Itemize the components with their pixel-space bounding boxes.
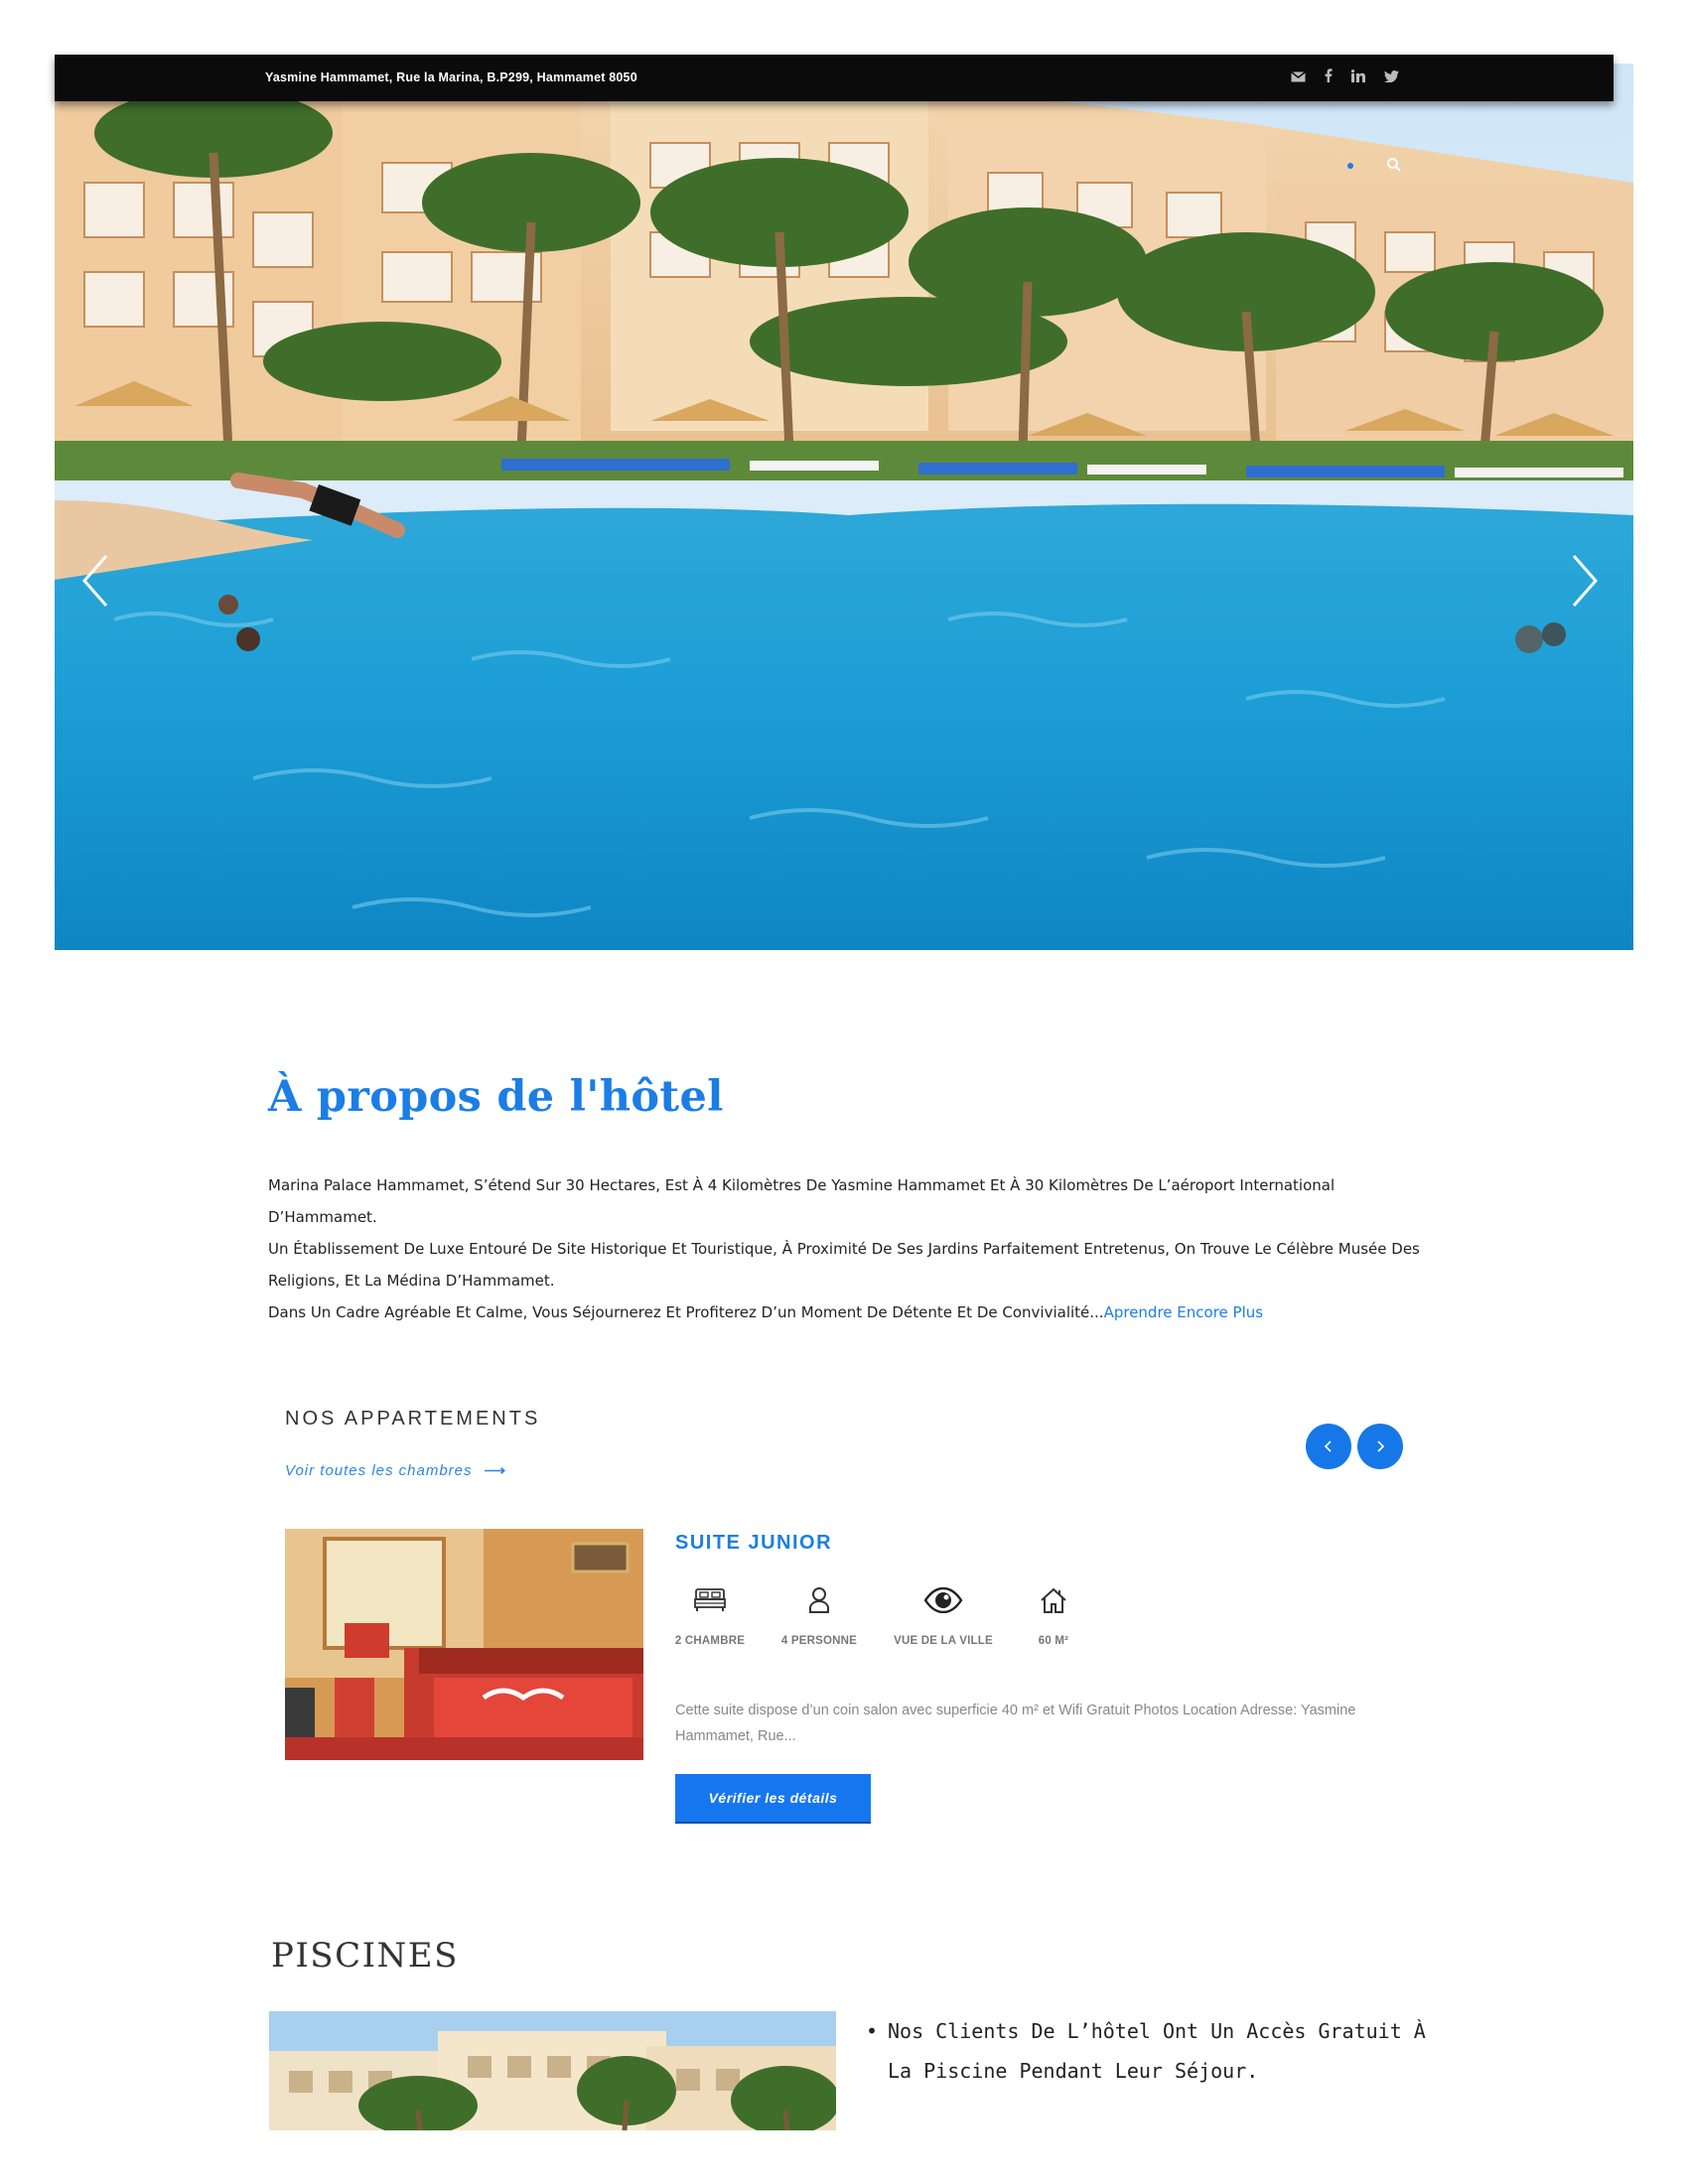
- all-rooms-link[interactable]: Voir toutes les chambres ⟶: [285, 1461, 506, 1479]
- feature-bedrooms: 2 CHAMBRE: [655, 1583, 765, 1647]
- apartments-heading: NOS APPARTEMENTS: [285, 1408, 541, 1430]
- top-bar: Yasmine Hammamet, Rue la Marina, B.P299,…: [55, 55, 1614, 101]
- check-details-button[interactable]: Vérifier les détails: [675, 1774, 871, 1822]
- rooms-prev-button[interactable]: [1306, 1424, 1351, 1469]
- learn-more-link[interactable]: Aprendre Encore Plus: [1104, 1303, 1264, 1321]
- chevron-left-icon: [1324, 1440, 1332, 1452]
- feature-label: 60 M²: [1038, 1635, 1069, 1647]
- list-item: Nos Clients De L’hôtel Ont Un Accès Grat…: [866, 2011, 1432, 2091]
- room-description: Cette suite dispose d’un coin salon avec…: [675, 1703, 1356, 1744]
- bed-icon: [694, 1588, 726, 1611]
- about-paragraph-3: Dans Un Cadre Agréable Et Calme, Vous Sé…: [268, 1297, 1430, 1328]
- pools-list: Nos Clients De L’hôtel Ont Un Accès Grat…: [866, 2011, 1432, 2091]
- feature-persons: 4 PERSONNE: [765, 1583, 874, 1647]
- room-photo[interactable]: [285, 1529, 643, 1760]
- room-title[interactable]: SUITE JUNIOR: [675, 1532, 832, 1555]
- search-icon[interactable]: [1386, 157, 1402, 173]
- arrow-right-icon: ⟶: [484, 1462, 507, 1479]
- about-title: À propos de l'hôtel: [268, 1072, 724, 1122]
- about-paragraph-1: Marina Palace Hammamet, S’étend Sur 30 H…: [268, 1176, 1336, 1226]
- slider-prev-icon[interactable]: [76, 546, 116, 615]
- person-icon: [809, 1587, 829, 1613]
- hero-photo: [55, 64, 1633, 950]
- feature-label: 2 CHAMBRE: [674, 1635, 746, 1647]
- about-paragraph-3-text: Dans Un Cadre Agréable Et Calme, Vous Sé…: [268, 1303, 1104, 1321]
- linkedin-icon[interactable]: [1350, 68, 1365, 87]
- home-icon: [1041, 1587, 1066, 1613]
- pools-title: PISCINES: [271, 1936, 459, 1976]
- envelope-icon[interactable]: [1291, 69, 1306, 87]
- slider-dot-icon[interactable]: [1347, 163, 1353, 169]
- all-rooms-link-label[interactable]: Voir toutes les chambres: [285, 1462, 473, 1479]
- twitter-icon[interactable]: [1384, 69, 1399, 87]
- facebook-icon[interactable]: [1325, 68, 1333, 87]
- rooms-next-button[interactable]: [1357, 1424, 1403, 1469]
- slider-next-icon[interactable]: [1564, 546, 1604, 615]
- eye-icon: [923, 1587, 963, 1613]
- chevron-right-icon: [1377, 1440, 1385, 1452]
- feature-view: VUE DE LA VILLE: [889, 1583, 998, 1647]
- feature-label: 4 PERSONNE: [780, 1635, 858, 1647]
- about-paragraph-2: Un Établissement De Luxe Entouré De Site…: [268, 1240, 1420, 1290]
- feature-label: VUE DE LA VILLE: [894, 1635, 993, 1647]
- hero-slider[interactable]: [55, 64, 1633, 950]
- about-text: Marina Palace Hammamet, S’étend Sur 30 H…: [268, 1169, 1430, 1328]
- social-links: [1291, 55, 1399, 101]
- hotel-address: Yasmine Hammamet, Rue la Marina, B.P299,…: [265, 70, 637, 84]
- pool-photo: [269, 2011, 836, 2130]
- feature-area: 60 M²: [999, 1583, 1108, 1647]
